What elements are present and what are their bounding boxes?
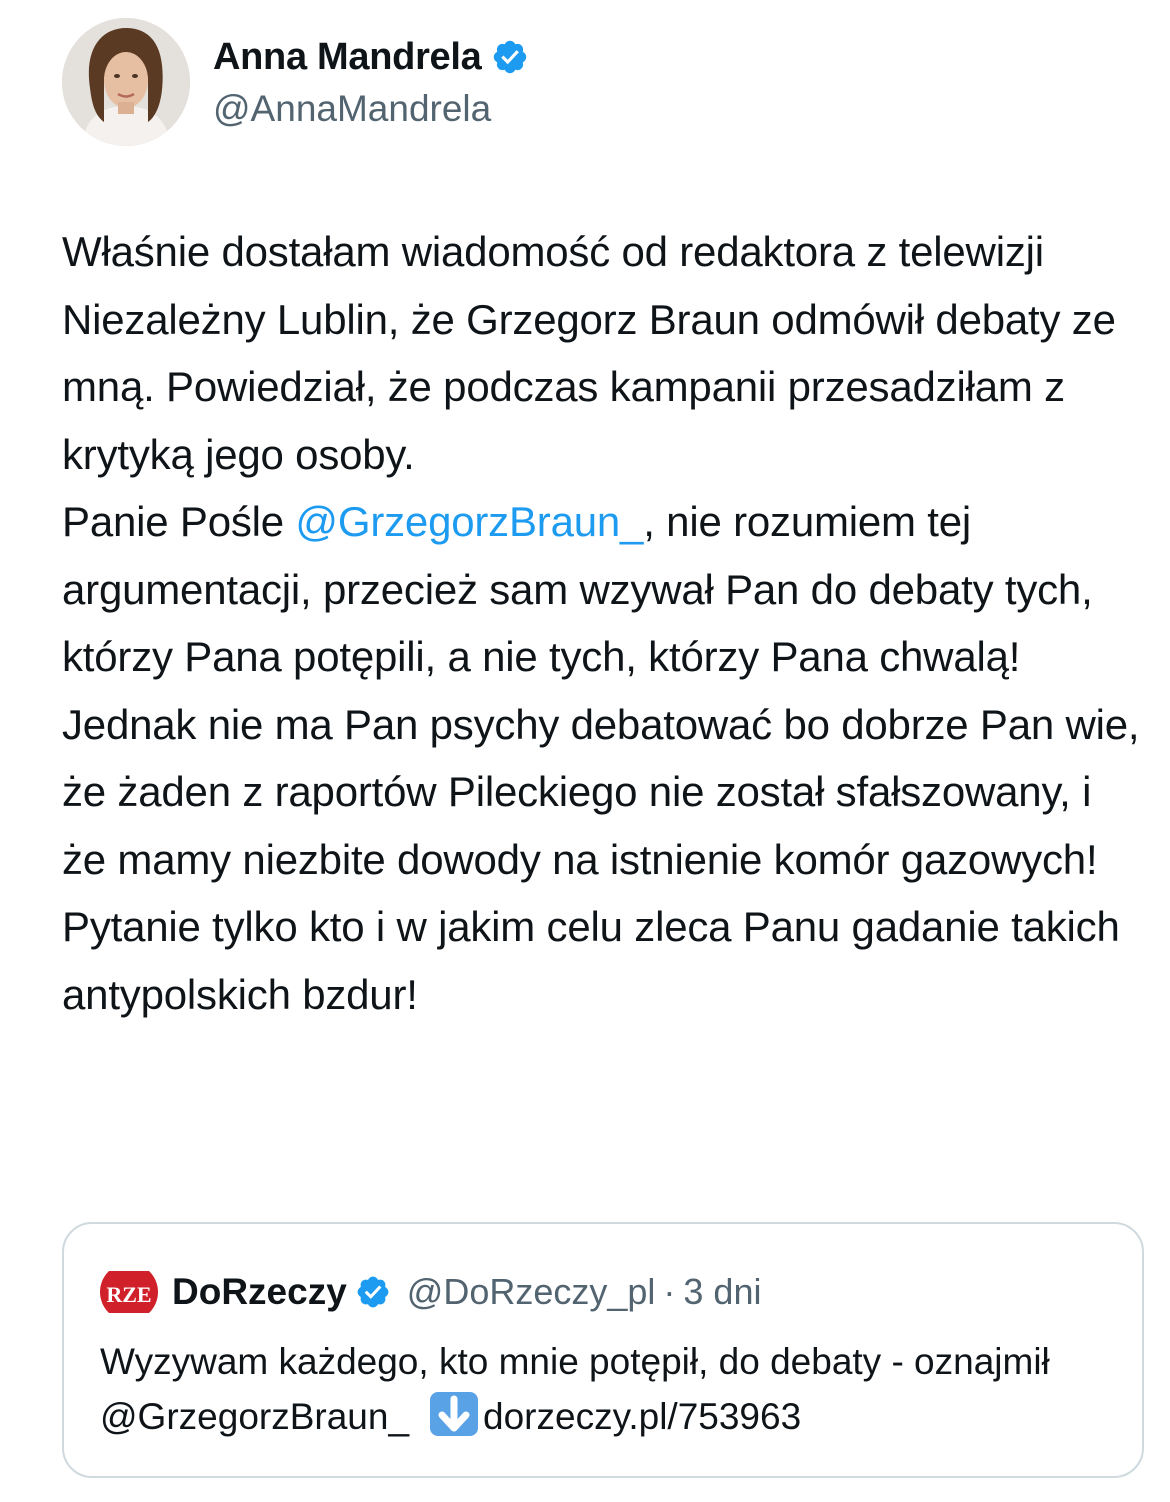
dorzeczy-logo-avatar[interactable]: RZE xyxy=(100,1263,158,1321)
verified-badge-icon xyxy=(494,40,527,74)
quoted-tweet-card[interactable]: RZE DoRzeczy @DoRzeczy_pl · 3 dni Wyzywa… xyxy=(62,1222,1144,1478)
author-handle[interactable]: @AnnaMandrela xyxy=(213,88,491,130)
mention-link[interactable]: @GrzegorzBraun_ xyxy=(295,498,643,545)
tweet-paragraph: Panie Pośle @GrzegorzBraun_, nie rozumie… xyxy=(62,488,1142,691)
quoted-tweet-text: Wyzywam każdego, kto mnie potępił, do de… xyxy=(100,1334,1110,1444)
author-avatar[interactable] xyxy=(62,18,190,146)
down-arrow-emoji-icon xyxy=(430,1392,479,1436)
tweet-text: Właśnie dostałam wiadomość od redaktora … xyxy=(62,218,1142,1028)
quoted-author-name[interactable]: DoRzeczy xyxy=(172,1271,347,1313)
author-name[interactable]: Anna Mandrela xyxy=(213,36,482,79)
quoted-tweet-header: RZE DoRzeczy @DoRzeczy_pl · 3 dni xyxy=(100,1263,761,1321)
author-name-row[interactable]: Anna Mandrela xyxy=(213,34,529,80)
tweet-paragraph: Pytanie tylko kto i w jakim celu zleca P… xyxy=(62,893,1142,1028)
dorzeczy-logo-text: RZE xyxy=(106,1282,151,1307)
verified-badge-icon xyxy=(357,1276,389,1308)
tweet-text-segment: Pytanie tylko kto i w jakim celu zleca P… xyxy=(62,903,1120,1018)
tweet-text-segment: Panie Pośle xyxy=(62,498,296,545)
tweet-paragraph: Jednak nie ma Pan psychy debatować bo do… xyxy=(62,691,1142,894)
quoted-link[interactable]: dorzeczy.pl/753963 xyxy=(483,1396,801,1437)
dorzeczy-logo-icon: RZE xyxy=(100,1263,158,1321)
tweet-text-segment: Właśnie dostałam wiadomość od redaktora … xyxy=(62,228,1116,478)
separator-dot: · xyxy=(663,1271,676,1312)
quoted-tweet-timestamp[interactable]: 3 dni xyxy=(683,1271,761,1313)
avatar-portrait-icon xyxy=(62,18,190,146)
quoted-author-handle[interactable]: @DoRzeczy_pl xyxy=(407,1271,656,1313)
tweet-text-segment: Jednak nie ma Pan psychy debatować bo do… xyxy=(62,700,1140,883)
tweet-paragraph: Właśnie dostałam wiadomość od redaktora … xyxy=(62,218,1142,488)
